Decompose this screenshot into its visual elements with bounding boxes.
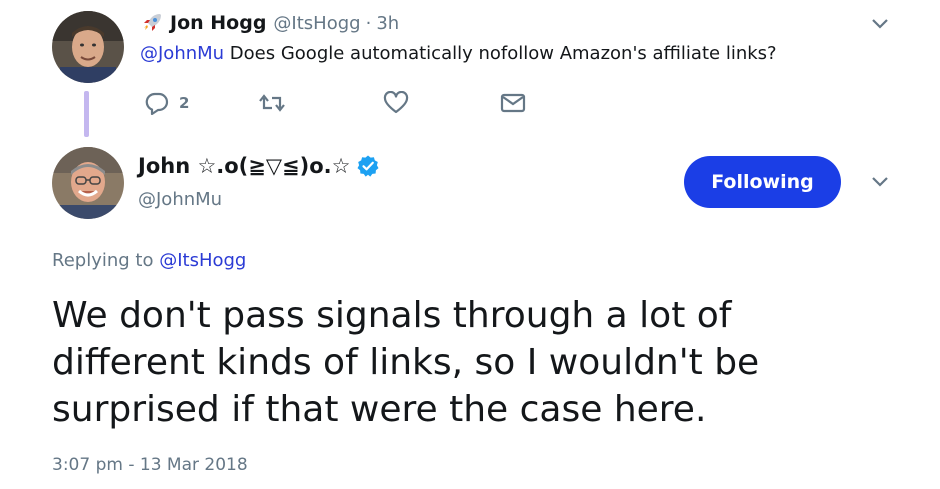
tweet-timestamp[interactable]: 3:07 pm - 13 Mar 2018: [52, 455, 248, 475]
tweet-time[interactable]: 3h: [376, 13, 399, 34]
rocket-icon: [140, 11, 164, 35]
tweet-actions: 2: [140, 88, 560, 118]
separator-dot: ·: [365, 12, 372, 34]
chevron-down-icon[interactable]: [868, 170, 892, 194]
parent-tweet-header: Jon Hogg @ItsHogg · 3h: [140, 10, 399, 36]
reply-button[interactable]: 2: [144, 88, 189, 118]
mention-link[interactable]: @JohnMu: [140, 43, 224, 64]
verified-badge-icon: [356, 154, 380, 178]
following-button[interactable]: Following: [684, 156, 841, 208]
retweet-icon: [258, 91, 286, 115]
author-name[interactable]: Jon Hogg: [170, 12, 266, 34]
tweet-body: We don't pass signals through a lot of d…: [52, 295, 760, 430]
reply-count: 2: [179, 94, 190, 112]
retweet-button[interactable]: [258, 88, 286, 118]
parent-tweet-text: @JohnMu Does Google automatically nofoll…: [140, 43, 777, 64]
parent-tweet: Jon Hogg @ItsHogg · 3h @JohnMu Does Goog…: [0, 0, 940, 140]
avatar[interactable]: [52, 11, 124, 83]
chevron-down-icon[interactable]: [868, 12, 892, 36]
replying-prefix: Replying to: [52, 250, 160, 271]
author-handle[interactable]: @ItsHogg: [273, 13, 360, 34]
tweet-body: Does Google automatically nofollow Amazo…: [224, 43, 777, 64]
replying-to-link[interactable]: @ItsHogg: [159, 250, 246, 271]
author-handle[interactable]: @JohnMu: [138, 189, 222, 210]
reply-icon: [144, 91, 170, 115]
direct-message-button[interactable]: [500, 88, 526, 118]
author-name[interactable]: John ☆.o(≧▽≦)o.☆: [138, 154, 350, 178]
like-button[interactable]: [383, 88, 409, 118]
envelope-icon: [500, 91, 526, 115]
author-name-row: John ☆.o(≧▽≦)o.☆: [138, 154, 380, 178]
heart-icon: [383, 91, 409, 115]
avatar[interactable]: [52, 147, 124, 219]
thread-line: [84, 91, 89, 137]
replying-to: Replying to @ItsHogg: [52, 250, 246, 271]
